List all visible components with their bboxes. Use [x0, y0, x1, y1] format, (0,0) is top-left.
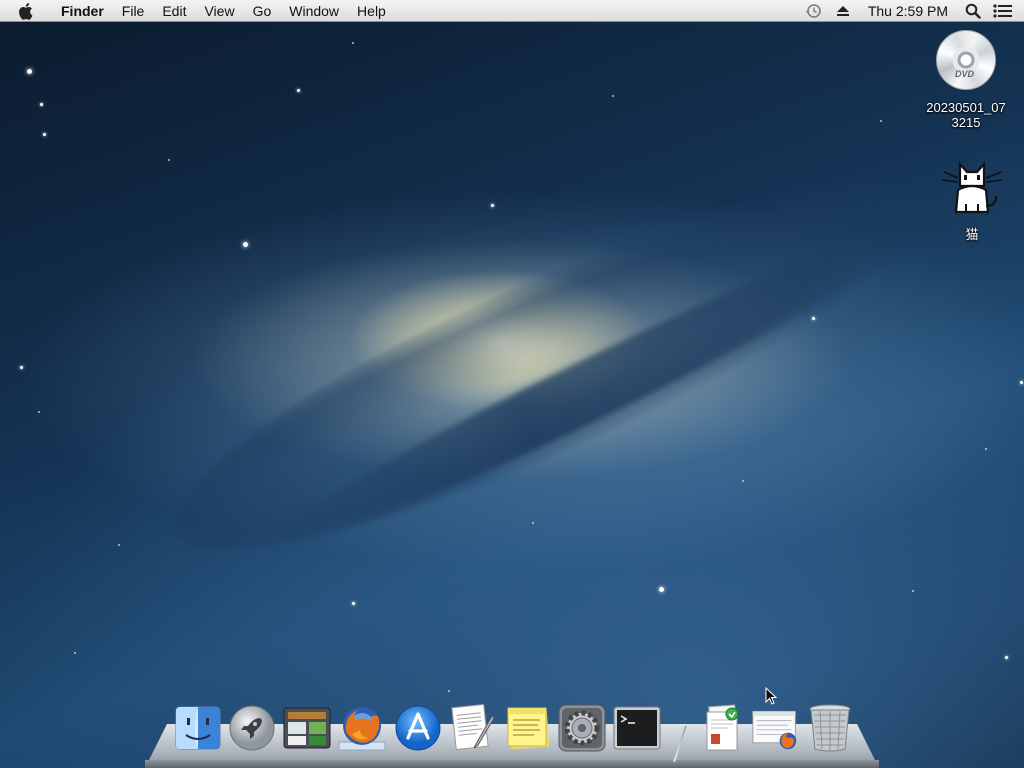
- desktop-item-label-line2: 3215: [951, 115, 981, 130]
- star: [491, 204, 494, 207]
- star: [40, 103, 43, 106]
- apple-menu-icon[interactable]: [18, 2, 36, 20]
- documents-stack-icon: [706, 704, 739, 751]
- star: [532, 522, 534, 524]
- dock-textedit[interactable]: [448, 704, 496, 752]
- menu-window[interactable]: Window: [280, 0, 348, 22]
- desktop-item-label: 20230501_07 3215: [926, 100, 1006, 130]
- status-area: Thu 2:59 PM: [798, 0, 1024, 22]
- star: [43, 133, 46, 136]
- star: [243, 242, 248, 247]
- star: [985, 448, 987, 450]
- app-store-icon: [395, 705, 441, 751]
- menu-clock[interactable]: Thu 2:59 PM: [858, 3, 958, 19]
- star: [168, 159, 170, 161]
- menu-view[interactable]: View: [195, 0, 243, 22]
- desktop-item-label: 猫: [965, 227, 979, 242]
- notification-center-icon[interactable]: [992, 2, 1014, 20]
- terminal-icon: [613, 706, 661, 750]
- app-menu-finder[interactable]: Finder: [52, 0, 113, 22]
- star: [352, 602, 355, 605]
- spotlight-icon[interactable]: [962, 2, 984, 20]
- star: [659, 587, 664, 592]
- dock-system-preferences[interactable]: [558, 704, 606, 752]
- firefox-icon: [338, 707, 386, 751]
- system-preferences-icon: [558, 704, 606, 752]
- menu-help[interactable]: Help: [348, 0, 395, 22]
- dock-photo-browser[interactable]: [283, 704, 331, 752]
- dvd-disc-icon: DVD: [936, 30, 996, 90]
- dock-firefox[interactable]: [338, 704, 386, 752]
- dock-launchpad[interactable]: [228, 704, 276, 752]
- downloads-stack-icon: [752, 710, 797, 750]
- star: [1020, 381, 1023, 384]
- star: [912, 590, 914, 592]
- desktop-item-dvd[interactable]: DVD 20230501_07 3215: [920, 30, 1012, 130]
- menu-go[interactable]: Go: [244, 0, 281, 22]
- textedit-icon: [451, 704, 495, 751]
- star: [38, 411, 40, 413]
- star: [880, 120, 882, 122]
- star: [448, 690, 450, 692]
- cat-icon: [940, 156, 1004, 221]
- star: [297, 89, 300, 92]
- menu-file[interactable]: File: [113, 0, 154, 22]
- dock-finder[interactable]: [174, 704, 222, 752]
- dock-terminal[interactable]: [613, 704, 661, 752]
- star: [1005, 656, 1008, 659]
- trash-icon: [809, 704, 851, 752]
- star: [742, 480, 744, 482]
- dock-trash[interactable]: [806, 704, 854, 752]
- launchpad-icon: [229, 705, 275, 751]
- eject-icon[interactable]: [832, 2, 854, 20]
- star: [118, 544, 120, 546]
- menu-edit[interactable]: Edit: [153, 0, 195, 22]
- menu-bar: Finder File Edit View Go Window Help Thu…: [0, 0, 1024, 22]
- star: [74, 652, 76, 654]
- star: [812, 317, 815, 320]
- dock-documents-stack[interactable]: [698, 704, 746, 752]
- desktop-item-label-line1: 20230501_07: [926, 100, 1006, 115]
- time-machine-icon[interactable]: [802, 2, 824, 20]
- dock-shelf-edge: [145, 760, 879, 768]
- star: [27, 69, 32, 74]
- mouse-cursor: [765, 686, 778, 710]
- star: [352, 42, 354, 44]
- star: [20, 366, 23, 369]
- star: [612, 95, 614, 97]
- stickies-icon: [507, 707, 550, 750]
- dvd-logo: DVD: [955, 69, 975, 79]
- desktop-item-cat[interactable]: 猫: [936, 156, 1008, 242]
- dock-app-store[interactable]: [394, 704, 442, 752]
- photo-browser-icon: [283, 707, 331, 749]
- finder-icon: [175, 706, 221, 750]
- dock-stickies[interactable]: [504, 704, 552, 752]
- dock-downloads-stack[interactable]: [751, 704, 799, 752]
